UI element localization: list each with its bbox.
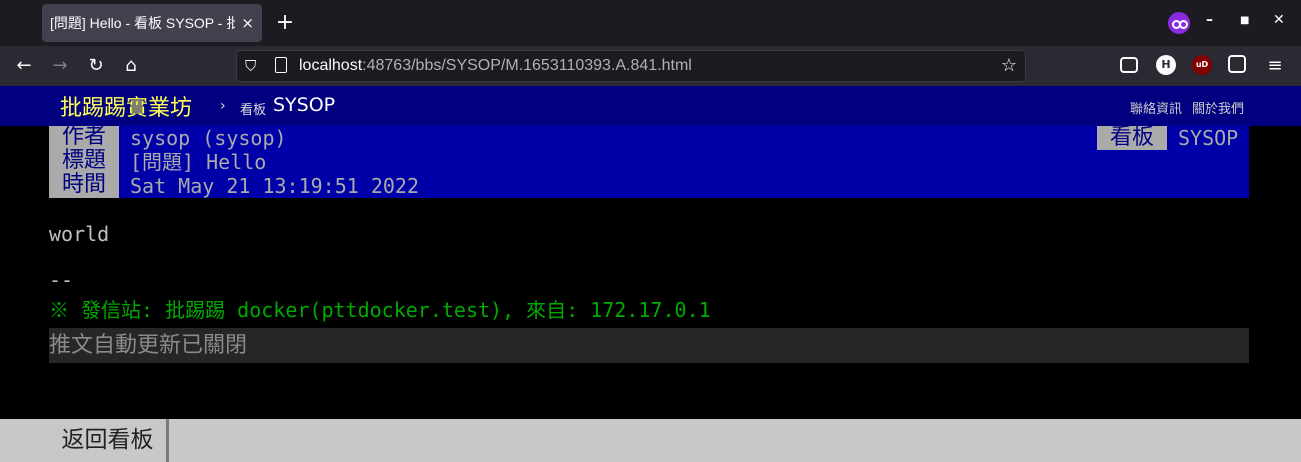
- meta-author-row: 作者 sysop (sysop) 看板 SYSOP: [49, 126, 1249, 150]
- close-window-button[interactable]: ✕: [1273, 12, 1285, 28]
- tampermonkey-icon[interactable]: [1228, 55, 1246, 73]
- home-icon[interactable]: ⌂: [118, 54, 144, 78]
- time-value: Sat May 21 13:19:51 2022: [130, 174, 419, 198]
- site-header: 批踢踢實業坊 › 看板 SYSOP 聯絡資訊 關於我們: [0, 86, 1301, 126]
- bottom-nav-bar: 返回看板: [0, 419, 1301, 462]
- maximize-button[interactable]: ■: [1240, 15, 1249, 26]
- bookmark-star-icon[interactable]: ☆: [1001, 55, 1017, 76]
- browser-tab-bar: [問題] Hello - 看板 SYSOP - 批 × + – ■ ✕: [0, 0, 1301, 46]
- menu-icon[interactable]: ≡: [1262, 54, 1288, 78]
- title-value: [問題] Hello: [130, 150, 267, 174]
- site-logo[interactable]: 批踢踢實業坊: [60, 90, 192, 122]
- reload-icon[interactable]: ↻: [83, 54, 109, 78]
- board-label: 看板: [1097, 126, 1167, 150]
- breadcrumb-separator: ›: [220, 98, 226, 114]
- board-value: SYSOP: [1178, 126, 1239, 150]
- url-path: :48763/bbs/SYSOP/M.1653110393.A.841.html: [362, 57, 692, 74]
- browser-nav-bar: ← → ↻ ⌂ ⛉ localhost:48763/bbs/SYSOP/M.16…: [0, 46, 1301, 86]
- author-label: 作者: [49, 126, 119, 150]
- meta-time-row: 時間 Sat May 21 13:19:51 2022: [49, 174, 1249, 198]
- minimize-button[interactable]: –: [1206, 12, 1213, 28]
- tracking-shield-icon[interactable]: ⛉: [245, 57, 261, 75]
- h-extension-icon[interactable]: H: [1156, 55, 1176, 75]
- back-to-board-button[interactable]: 返回看板: [49, 419, 169, 462]
- contact-link[interactable]: 聯絡資訊: [1130, 98, 1182, 117]
- back-arrow-icon[interactable]: ←: [11, 54, 37, 78]
- article-content: world: [49, 222, 110, 246]
- origin-line: ※ 發信站: 批踢踢 docker(pttdocker.test), 來自: 1…: [49, 298, 711, 322]
- browser-tab[interactable]: [問題] Hello - 看板 SYSOP - 批 ×: [42, 4, 262, 42]
- time-label: 時間: [49, 174, 119, 198]
- about-link[interactable]: 關於我們: [1192, 98, 1244, 117]
- tab-close-icon[interactable]: ×: [241, 14, 254, 32]
- signature-separator: --: [49, 268, 74, 292]
- page-info-icon[interactable]: [275, 57, 287, 73]
- ublock-icon[interactable]: uD: [1192, 55, 1212, 75]
- push-status-bar: 推文自動更新已關閉: [49, 328, 1249, 363]
- tab-title: [問題] Hello - 看板 SYSOP - 批: [50, 15, 236, 31]
- url-host: localhost: [299, 57, 363, 74]
- meta-title-row: 標題 [問題] Hello: [49, 150, 1249, 174]
- forward-arrow-icon[interactable]: →: [47, 54, 73, 78]
- url-bar[interactable]: ⛉ localhost:48763/bbs/SYSOP/M.1653110393…: [236, 50, 1026, 82]
- author-value: sysop (sysop): [130, 126, 287, 150]
- url-text[interactable]: localhost:48763/bbs/SYSOP/M.1653110393.A…: [299, 57, 692, 75]
- title-label: 標題: [49, 150, 119, 174]
- private-browsing-icon: [1168, 12, 1190, 34]
- pocket-icon[interactable]: [1120, 57, 1138, 73]
- new-tab-button[interactable]: +: [272, 10, 298, 36]
- breadcrumb-board-link[interactable]: SYSOP: [273, 94, 335, 116]
- breadcrumb-board-label: 看板: [240, 103, 267, 118]
